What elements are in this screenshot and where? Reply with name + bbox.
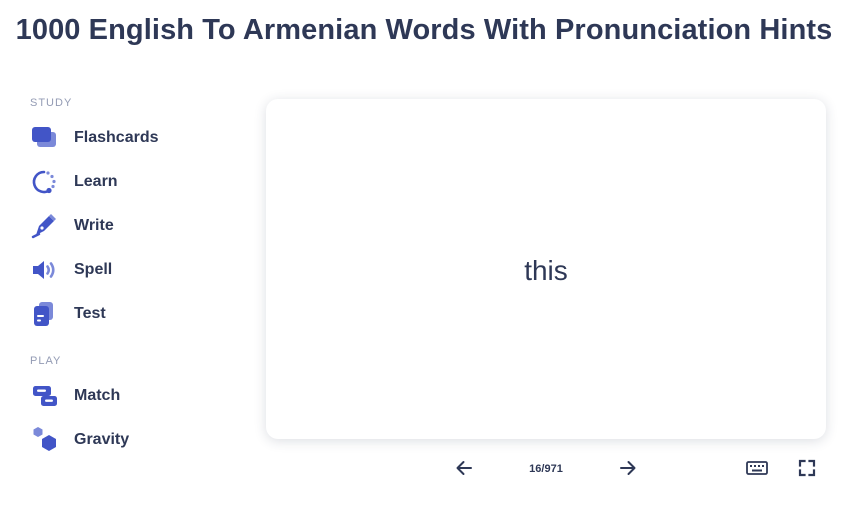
sidebar-item-flashcards[interactable]: Flashcards	[30, 116, 230, 160]
sidebar-item-label: Flashcards	[74, 129, 159, 146]
card-counter: 16/971	[529, 463, 563, 475]
sidebar-item-label: Learn	[74, 173, 118, 190]
sidebar-item-write[interactable]: Write	[30, 204, 230, 248]
sidebar-item-spell[interactable]: Spell	[30, 248, 230, 292]
sidebar-item-label: Write	[74, 217, 114, 234]
learn-icon	[30, 168, 62, 196]
fullscreen-icon	[798, 459, 816, 482]
page-title: 1000 English To Armenian Words With Pron…	[15, 14, 833, 46]
spell-icon	[30, 256, 62, 284]
sidebar-item-label: Test	[74, 305, 106, 322]
arrow-left-icon	[454, 458, 474, 483]
flashcard[interactable]: this	[266, 99, 826, 439]
flashcard-term: this	[524, 255, 568, 286]
flashcard-controls: 16/971	[0, 455, 848, 485]
sidebar-item-label: Spell	[74, 261, 113, 278]
gravity-icon	[30, 426, 62, 454]
sidebar-item-label: Gravity	[74, 431, 130, 448]
sidebar-item-label: Match	[74, 387, 121, 404]
sidebar-item-learn[interactable]: Learn	[30, 160, 230, 204]
fullscreen-button[interactable]	[792, 455, 822, 485]
play-section-label: PLAY	[30, 355, 62, 367]
sidebar-item-test[interactable]: Test	[30, 292, 230, 336]
keyboard-shortcuts-button[interactable]	[742, 455, 772, 485]
keyboard-icon	[746, 460, 768, 481]
flashcards-icon	[30, 124, 62, 152]
study-mode-sidebar: STUDY Flashcards Learn Write Spell Test …	[30, 96, 230, 462]
arrow-right-icon	[618, 458, 638, 483]
next-card-button[interactable]	[613, 455, 643, 485]
match-icon	[30, 382, 62, 410]
study-section-label: STUDY	[30, 97, 73, 109]
write-icon	[30, 212, 62, 240]
previous-card-button[interactable]	[449, 455, 479, 485]
test-icon	[30, 300, 62, 328]
sidebar-item-match[interactable]: Match	[30, 374, 230, 418]
